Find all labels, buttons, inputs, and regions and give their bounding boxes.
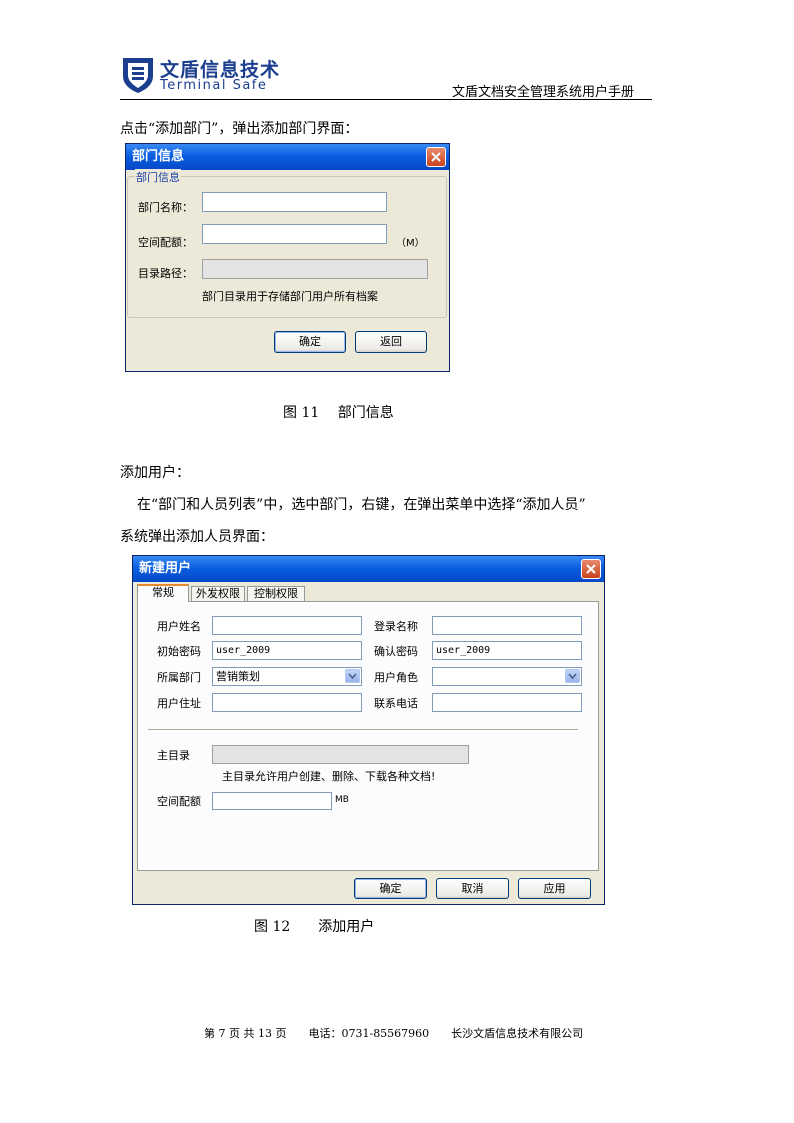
dept-info-dialog: 部门信息 部门信息 部门名称： 空间配额： （M） 目录路径： 部门目录用于存储…	[125, 143, 450, 372]
tab-general[interactable]: 常规	[137, 584, 189, 602]
logo-text-en: Terminal Safe	[160, 78, 268, 93]
close-button[interactable]	[426, 147, 446, 167]
dir-path-label: 目录路径：	[138, 267, 193, 280]
chevron-down-icon[interactable]	[345, 669, 360, 683]
dir-path-hint: 部门目录用于存储部门用户所有档案	[202, 290, 378, 303]
shield-logo-icon	[123, 58, 153, 93]
quota-input[interactable]	[202, 224, 387, 244]
home-dir-input	[212, 745, 469, 764]
dialog-title: 部门信息	[132, 149, 185, 164]
close-icon	[431, 152, 441, 162]
new-user-dialog: 新建用户 常规 外发权限 控制权限 用户姓名 登录名称 初始密码 user_20…	[132, 555, 605, 905]
space-quota-label: 空间配额	[157, 795, 201, 808]
department-select[interactable]: 营销策划	[212, 667, 362, 686]
apply-button[interactable]: 应用	[518, 878, 591, 899]
dir-path-input	[202, 259, 428, 279]
figure-12-caption: 图 12 添加用户	[254, 919, 375, 935]
group-title: 部门信息	[135, 169, 181, 185]
section-divider	[148, 729, 578, 731]
confirm-password-input[interactable]: user_2009	[432, 641, 582, 660]
chevron-down-icon[interactable]	[565, 669, 580, 683]
paragraph-add-dept: 点击“添加部门”，弹出添加部门界面：	[120, 121, 359, 137]
tab-outgoing-permission[interactable]: 外发权限	[191, 586, 245, 601]
role-label: 用户角色	[374, 671, 418, 684]
space-quota-input[interactable]	[212, 792, 332, 810]
space-quota-unit: MB	[335, 795, 349, 805]
quota-unit: （M）	[396, 238, 425, 249]
ok-button[interactable]: 确定	[354, 878, 427, 899]
dialog-titlebar: 部门信息	[126, 144, 449, 170]
tab-control-permission[interactable]: 控制权限	[247, 586, 305, 601]
document-title: 文盾文档安全管理系统用户手册	[452, 85, 635, 100]
cancel-button[interactable]: 取消	[436, 878, 509, 899]
init-password-label: 初始密码	[157, 645, 201, 658]
user-name-input[interactable]	[212, 616, 362, 635]
confirm-password-label: 确认密码	[374, 645, 418, 658]
login-name-input[interactable]	[432, 616, 582, 635]
home-dir-hint: 主目录允许用户创建、删除、下载各种文档!	[222, 770, 436, 783]
address-label: 用户住址	[157, 697, 201, 710]
phone-label: 联系电话	[374, 697, 418, 710]
page-footer: 第 7 页 共 13 页 电话：0731-85567960 长沙文盾信息技术有限…	[204, 1027, 584, 1040]
quota-label: 空间配额：	[138, 236, 193, 249]
init-password-input[interactable]: user_2009	[212, 641, 362, 660]
role-select[interactable]	[432, 667, 582, 686]
dialog-titlebar: 新建用户	[133, 556, 604, 582]
department-select-value: 营销策划	[216, 670, 260, 683]
dept-name-input[interactable]	[202, 192, 387, 212]
dept-name-label: 部门名称：	[138, 201, 193, 214]
login-name-label: 登录名称	[374, 620, 418, 633]
dialog-title: 新建用户	[139, 561, 192, 576]
ok-button[interactable]: 确定	[274, 331, 346, 353]
phone-input[interactable]	[432, 693, 582, 712]
close-button[interactable]	[581, 559, 601, 579]
figure-11-caption: 图 11 部门信息	[283, 405, 394, 421]
back-button[interactable]: 返回	[355, 331, 427, 353]
user-name-label: 用户姓名	[157, 620, 201, 633]
department-label: 所属部门	[157, 671, 201, 684]
address-input[interactable]	[212, 693, 362, 712]
paragraph-add-user-result: 系统弹出添加人员界面：	[120, 529, 274, 545]
paragraph-add-user-heading: 添加用户：	[120, 465, 190, 481]
close-icon	[586, 564, 596, 574]
header-divider	[120, 99, 652, 100]
paragraph-add-user-steps: 在“部门和人员列表”中，选中部门，右键，在弹出菜单中选择“添加人员”	[137, 497, 586, 513]
home-dir-label: 主目录	[157, 749, 190, 762]
